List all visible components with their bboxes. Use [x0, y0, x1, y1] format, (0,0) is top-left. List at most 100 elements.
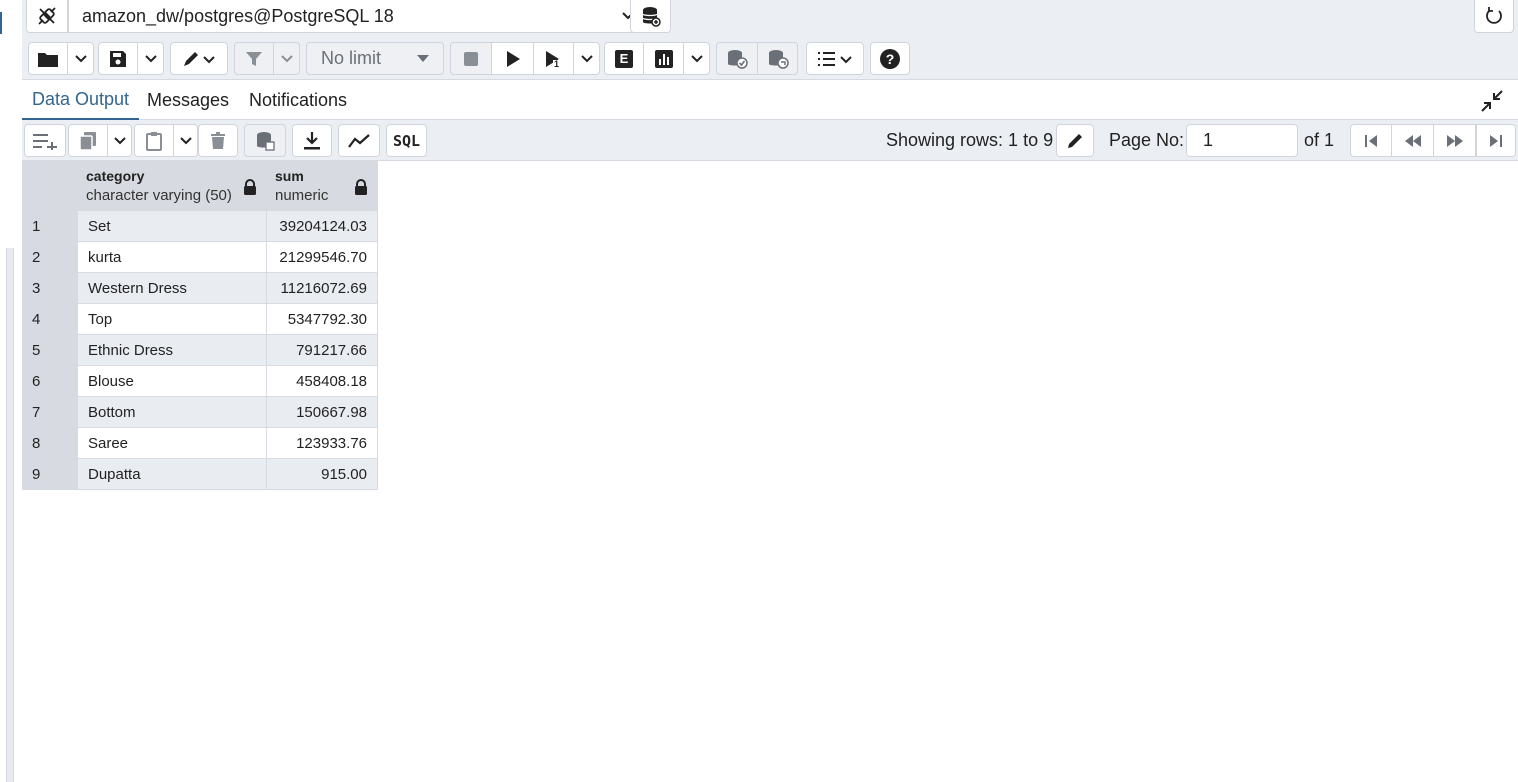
cell-sum[interactable]: 123933.76: [266, 427, 378, 459]
lock-icon: [243, 179, 257, 195]
commit-button[interactable]: [716, 42, 758, 75]
reset-layout-button[interactable]: [1474, 0, 1514, 33]
new-connection-button[interactable]: [630, 0, 671, 33]
row-number[interactable]: 6: [22, 365, 78, 397]
open-file-menu-button[interactable]: [68, 42, 94, 75]
tab-notifications[interactable]: Notifications: [239, 81, 357, 120]
cell-category[interactable]: Western Dress: [77, 272, 267, 304]
play-icon: [505, 50, 521, 68]
chevron-down-icon: [179, 136, 192, 145]
list-icon: [817, 50, 853, 68]
chevron-down-icon: [280, 54, 293, 63]
rollback-button[interactable]: [758, 42, 798, 75]
table-row[interactable]: 8 Saree 123933.76: [22, 427, 378, 459]
cell-sum[interactable]: 791217.66: [266, 334, 378, 366]
row-number[interactable]: 8: [22, 427, 78, 459]
paste-menu-button[interactable]: [174, 124, 198, 157]
table-row[interactable]: 1 Set 39204124.03: [22, 210, 378, 242]
collapse-panel-button[interactable]: [1480, 89, 1504, 113]
row-number[interactable]: 3: [22, 272, 78, 304]
previous-page-button[interactable]: [1392, 124, 1434, 157]
macros-menu-button[interactable]: [806, 42, 864, 75]
row-number[interactable]: 7: [22, 396, 78, 428]
table-row[interactable]: 5 Ethnic Dress 791217.66: [22, 334, 378, 366]
select-all-corner[interactable]: [22, 161, 78, 211]
column-header-sum[interactable]: sum numeric: [266, 161, 378, 211]
paste-button[interactable]: [134, 124, 174, 157]
row-number[interactable]: 4: [22, 303, 78, 335]
execute-menu-button[interactable]: [574, 42, 600, 75]
cell-sum[interactable]: 5347792.30: [266, 303, 378, 335]
table-row[interactable]: 9 Dupatta 915.00: [22, 458, 378, 490]
database-save-icon: [255, 131, 275, 151]
cell-sum[interactable]: 11216072.69: [266, 272, 378, 304]
help-button[interactable]: ?: [870, 42, 910, 75]
edit-menu-button[interactable]: [170, 42, 228, 75]
explain-menu-button[interactable]: [684, 42, 710, 75]
cell-category[interactable]: Set: [77, 210, 267, 242]
connection-status-button[interactable]: [26, 0, 68, 33]
connection-label: amazon_dw/postgres@PostgreSQL 18: [82, 5, 394, 26]
download-button[interactable]: [292, 124, 332, 157]
column-header-category[interactable]: category character varying (50): [77, 161, 267, 211]
output-tabs: Data Output Messages Notifications: [22, 81, 1518, 120]
cell-category[interactable]: Top: [77, 303, 267, 335]
table-row[interactable]: 7 Bottom 150667.98: [22, 396, 378, 428]
add-row-icon: [32, 132, 58, 150]
query-toolbar: amazon_dw/postgres@PostgreSQL 18 No limi…: [22, 0, 1518, 80]
open-file-button[interactable]: [28, 42, 68, 75]
tab-messages[interactable]: Messages: [137, 81, 239, 120]
table-row[interactable]: 6 Blouse 458408.18: [22, 365, 378, 397]
cell-category[interactable]: Saree: [77, 427, 267, 459]
cell-sum[interactable]: 915.00: [266, 458, 378, 490]
cell-category[interactable]: Bottom: [77, 396, 267, 428]
paste-icon: [145, 131, 163, 151]
row-number[interactable]: 5: [22, 334, 78, 366]
rows-info: Showing rows: 1 to 9: [886, 130, 1054, 150]
connection-select[interactable]: amazon_dw/postgres@PostgreSQL 18: [68, 0, 652, 33]
tab-data-output[interactable]: Data Output: [22, 81, 140, 120]
vertical-scrollbar[interactable]: [6, 248, 14, 782]
filter-button[interactable]: [234, 42, 274, 75]
stop-query-button[interactable]: [450, 42, 492, 75]
explain-analyze-button[interactable]: [644, 42, 684, 75]
graph-visualiser-button[interactable]: [338, 124, 380, 157]
copy-menu-button[interactable]: [108, 124, 132, 157]
table-row[interactable]: 2 kurta 21299546.70: [22, 241, 378, 273]
cell-sum[interactable]: 21299546.70: [266, 241, 378, 273]
cell-category[interactable]: kurta: [77, 241, 267, 273]
explain-button[interactable]: E: [604, 42, 644, 75]
delete-row-button[interactable]: [198, 124, 238, 157]
cell-sum[interactable]: 150667.98: [266, 396, 378, 428]
cell-category[interactable]: Dupatta: [77, 458, 267, 490]
first-page-button[interactable]: [1350, 124, 1392, 157]
chevron-down-icon: [113, 136, 126, 145]
table-row[interactable]: 3 Western Dress 11216072.69: [22, 272, 378, 304]
table-row[interactable]: 4 Top 5347792.30: [22, 303, 378, 335]
grid-header-row: category character varying (50) sum nume…: [22, 161, 378, 211]
cell-category[interactable]: Blouse: [77, 365, 267, 397]
row-number[interactable]: 1: [22, 210, 78, 242]
folder-icon: [37, 50, 59, 68]
row-number[interactable]: 2: [22, 241, 78, 273]
chevron-down-icon: [690, 54, 703, 63]
execute-button[interactable]: [492, 42, 534, 75]
sql-button[interactable]: SQL: [386, 124, 427, 157]
cell-sum[interactable]: 458408.18: [266, 365, 378, 397]
next-page-button[interactable]: [1434, 124, 1476, 157]
page-number-input[interactable]: [1186, 124, 1298, 157]
cell-category[interactable]: Ethnic Dress: [77, 334, 267, 366]
cell-sum[interactable]: 39204124.03: [266, 210, 378, 242]
row-limit-select[interactable]: No limit: [306, 42, 444, 75]
save-file-menu-button[interactable]: [138, 42, 164, 75]
save-data-button[interactable]: [244, 124, 286, 157]
filter-menu-button[interactable]: [274, 42, 300, 75]
execute-script-button[interactable]: 1: [534, 42, 574, 75]
edit-rows-button[interactable]: [1056, 124, 1094, 157]
save-file-button[interactable]: [98, 42, 138, 75]
copy-button[interactable]: [68, 124, 108, 157]
page-total: of 1: [1304, 130, 1335, 150]
last-page-button[interactable]: [1476, 124, 1516, 157]
add-row-button[interactable]: [24, 124, 66, 157]
row-number[interactable]: 9: [22, 458, 78, 490]
